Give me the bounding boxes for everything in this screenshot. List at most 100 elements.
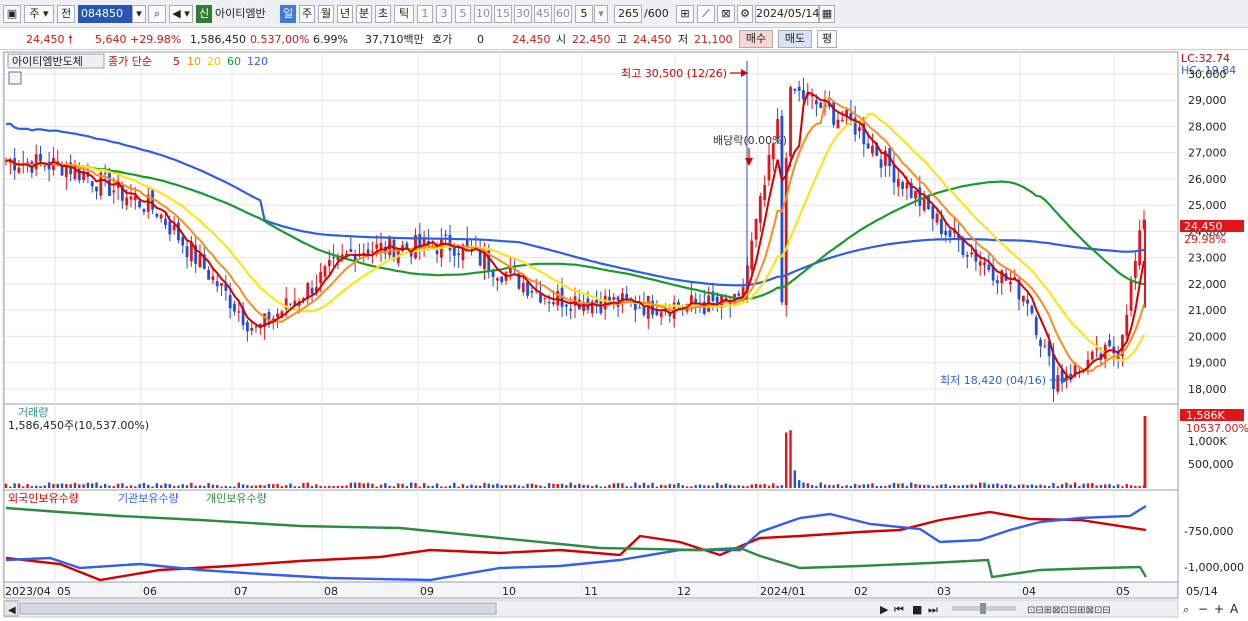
- volume-bar: [922, 485, 926, 488]
- x-tick-label: 02: [854, 585, 868, 598]
- volume-bar: [388, 485, 391, 488]
- indicator-icon[interactable]: ⊞: [676, 5, 694, 23]
- tab-period-second[interactable]: 초: [375, 5, 391, 23]
- candle-body: [931, 205, 935, 219]
- candle-body: [1039, 339, 1042, 347]
- volume-bar: [73, 482, 77, 488]
- volume-bar: [211, 484, 215, 488]
- volume-bar: [1052, 482, 1055, 488]
- candle-body: [935, 213, 939, 223]
- count-input[interactable]: 265: [614, 5, 642, 23]
- sell-button[interactable]: 매도: [778, 30, 812, 48]
- candle-body: [327, 259, 331, 267]
- volume-bar: [453, 482, 456, 488]
- volume-bar: [664, 485, 667, 488]
- compare-icon[interactable]: ⊠: [717, 5, 735, 23]
- volume-bar: [573, 485, 577, 488]
- legend-foreign: 외국인보유수량: [8, 492, 79, 505]
- play-button[interactable]: ▶: [880, 603, 889, 616]
- volume-bar: [280, 486, 284, 488]
- last-button[interactable]: ⏭: [928, 603, 938, 616]
- tab-period-year[interactable]: 년: [337, 5, 353, 23]
- interval-5[interactable]: 5: [455, 5, 471, 23]
- candle-body: [332, 257, 336, 259]
- tab-period-week[interactable]: 주: [299, 5, 315, 23]
- candle-body: [237, 311, 241, 313]
- stock-code-input[interactable]: 084850: [78, 5, 132, 23]
- panel-grid-icon[interactable]: [8, 71, 22, 85]
- stock-code-dropdown-icon[interactable]: ▾: [132, 5, 146, 23]
- market-select[interactable]: 주 ▾: [24, 5, 54, 23]
- candle-body: [901, 182, 905, 189]
- buy-button[interactable]: 매수: [739, 30, 773, 48]
- zoom-search-icon[interactable]: ⌕: [1183, 603, 1189, 616]
- interval-dropdown-icon[interactable]: ▾: [594, 5, 608, 23]
- date-input[interactable]: 2024/05/14: [755, 5, 819, 23]
- interval-value[interactable]: 5: [575, 5, 593, 23]
- scroll-thumb[interactable]: [19, 602, 497, 615]
- candle-body: [215, 281, 219, 287]
- first-button[interactable]: ⏮: [894, 603, 904, 616]
- volume-bar: [849, 485, 853, 488]
- calendar-icon[interactable]: ▦: [819, 5, 835, 23]
- volume-bar: [185, 485, 189, 488]
- volume-bar: [806, 483, 809, 488]
- volume-bar: [625, 486, 628, 488]
- interval-3[interactable]: 3: [436, 5, 452, 23]
- volume-bar: [237, 482, 240, 488]
- candle-body: [82, 172, 85, 181]
- toolbar-mini-icons[interactable]: ⊡⊟⊞⊠⊡⊟⊞⊠⊡⊟: [1027, 605, 1111, 616]
- tab-period-day[interactable]: 일: [280, 5, 296, 23]
- tab-period-month[interactable]: 월: [318, 5, 334, 23]
- volume-bar: [310, 485, 314, 488]
- volume-bar: [371, 483, 374, 488]
- volume-bar: [681, 485, 684, 488]
- chart-menu-icon[interactable]: ▣: [3, 5, 21, 23]
- interval-60[interactable]: 60: [554, 5, 572, 23]
- volume-value-label: 1,586,450주(10,537.00%): [8, 419, 149, 432]
- sound-icon[interactable]: ◀ ▾: [169, 5, 193, 23]
- x-tick-label: 05: [57, 585, 71, 598]
- auto-scale-button[interactable]: A: [1230, 602, 1239, 616]
- zoom-slider-handle[interactable]: [980, 603, 986, 614]
- interval-1[interactable]: 1: [417, 5, 433, 23]
- interval-15[interactable]: 15: [494, 5, 512, 23]
- volume-bar: [535, 484, 538, 488]
- price-tick-label: 29,000: [1188, 94, 1227, 107]
- interval-30[interactable]: 30: [514, 5, 532, 23]
- volume-bar: [772, 483, 775, 488]
- candle-body: [95, 186, 98, 192]
- ma-legend-10: 10: [187, 55, 201, 68]
- interval-10[interactable]: 10: [474, 5, 492, 23]
- candle-body: [552, 302, 555, 305]
- candle-body: [34, 154, 38, 170]
- volume-bar: [228, 486, 232, 488]
- volume-bar: [1004, 484, 1008, 488]
- candle-body: [832, 102, 836, 125]
- tab-period-tick[interactable]: 틱: [394, 5, 414, 23]
- volume-bar: [78, 484, 81, 488]
- volume-bar: [9, 486, 12, 488]
- candle-body: [64, 165, 68, 178]
- volume-bar: [866, 484, 870, 488]
- settings-icon[interactable]: ⚙: [737, 5, 753, 23]
- tab-period-minute[interactable]: 분: [356, 5, 372, 23]
- search-icon[interactable]: ⌕: [148, 5, 166, 23]
- zoom-out-button[interactable]: −: [1198, 602, 1208, 616]
- prev-button[interactable]: 전: [57, 5, 75, 23]
- hoga-value: 0: [477, 33, 484, 46]
- candle-body: [1043, 345, 1047, 347]
- volume-bar: [931, 486, 934, 488]
- volume-bar: [1009, 484, 1012, 488]
- avg-button[interactable]: 평: [817, 30, 837, 48]
- zoom-in-button[interactable]: +: [1214, 602, 1224, 616]
- interval-45[interactable]: 45: [534, 5, 552, 23]
- stop-button[interactable]: ■: [912, 603, 922, 616]
- volume-bar: [733, 485, 736, 488]
- volume-bar: [884, 486, 887, 488]
- volume-bar: [422, 483, 426, 488]
- draw-line-icon[interactable]: ⟋: [697, 5, 715, 23]
- volume-tick-1000k: 1,000K: [1188, 435, 1227, 448]
- volume-bar: [461, 484, 465, 488]
- volume-bar: [444, 486, 447, 488]
